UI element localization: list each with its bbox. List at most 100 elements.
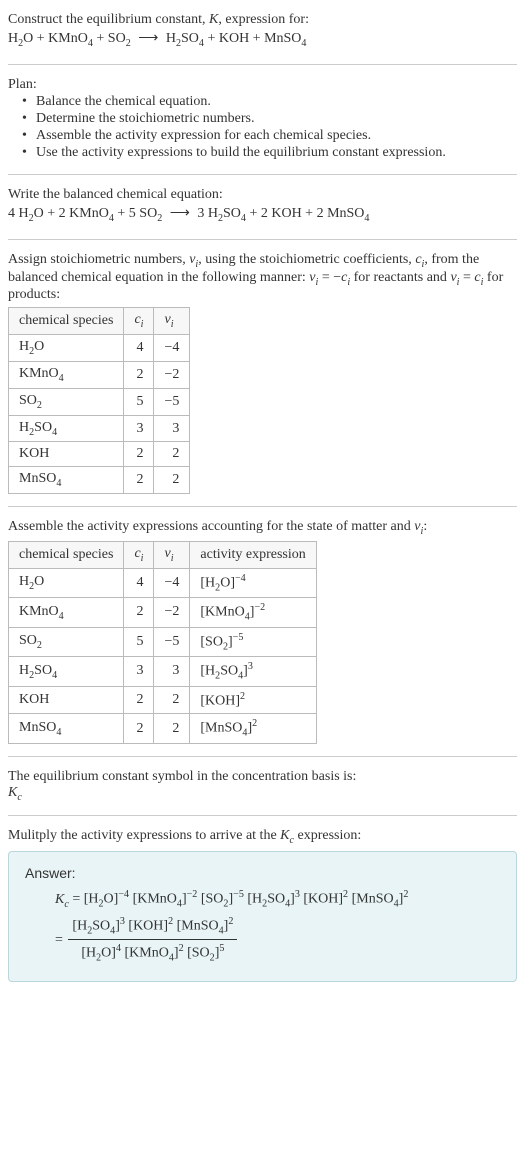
- table-row: KOH22: [9, 442, 190, 467]
- stoich-section: Assign stoichiometric numbers, νi, using…: [8, 246, 517, 500]
- list-item: • Determine the stoichiometric numbers.: [22, 111, 517, 127]
- cell-species: H2O: [9, 568, 124, 597]
- plan-bullet: Assemble the activity expression for eac…: [36, 128, 371, 144]
- table-row: KMnO42−2: [9, 362, 190, 389]
- fraction: [H2SO4]3 [KOH]2 [MnSO4]2 [H2O]4 [KMnO4]2…: [68, 913, 237, 967]
- activity-section: Assemble the activity expressions accoun…: [8, 513, 517, 750]
- cell-nu: 3: [154, 657, 190, 686]
- stoich-table: chemical species ci νi H2O4−4 KMnO42−2 S…: [8, 307, 190, 494]
- page: Construct the equilibrium constant, K, e…: [0, 0, 525, 998]
- cell-c: 2: [124, 362, 154, 389]
- header-equation: H2O + KMnO4 + SO2 ⟶ H2SO4 + KOH + MnSO4: [8, 28, 517, 52]
- cell-c: 5: [124, 627, 154, 656]
- cell-activity: [KOH]2: [190, 686, 316, 714]
- header-title: Construct the equilibrium constant, K, e…: [8, 12, 517, 28]
- kc-symbol-text: The equilibrium constant symbol in the c…: [8, 769, 517, 785]
- bullet-icon: •: [22, 111, 30, 127]
- cell-activity: [H2SO4]3: [190, 657, 316, 686]
- cell-c: 2: [124, 714, 154, 743]
- cell-species: MnSO4: [9, 467, 124, 494]
- kc-fraction-expression: = [H2SO4]3 [KOH]2 [MnSO4]2 [H2O]4 [KMnO4…: [55, 913, 504, 967]
- col-nui: νi: [154, 308, 190, 335]
- balanced-label: Write the balanced chemical equation:: [8, 187, 517, 203]
- list-item: • Use the activity expressions to build t…: [22, 145, 517, 161]
- table-row: SO25−5: [9, 388, 190, 415]
- divider: [8, 239, 517, 240]
- table-header-row: chemical species ci νi activity expressi…: [9, 542, 317, 569]
- cell-nu: 3: [154, 415, 190, 442]
- col-nui: νi: [154, 542, 190, 569]
- table-row: KMnO42−2[KMnO4]−2: [9, 598, 317, 627]
- multiply-section: Mulitply the activity expressions to arr…: [8, 822, 517, 988]
- cell-c: 4: [124, 335, 154, 362]
- cell-activity: [SO2]−5: [190, 627, 316, 656]
- cell-activity: [MnSO4]2: [190, 714, 316, 743]
- cell-species: MnSO4: [9, 714, 124, 743]
- cell-nu: 2: [154, 686, 190, 714]
- divider: [8, 174, 517, 175]
- table-row: SO25−5[SO2]−5: [9, 627, 317, 656]
- cell-nu: −2: [154, 362, 190, 389]
- cell-nu: −4: [154, 568, 190, 597]
- cell-nu: −2: [154, 598, 190, 627]
- divider: [8, 756, 517, 757]
- cell-nu: −5: [154, 388, 190, 415]
- table-row: MnSO422[MnSO4]2: [9, 714, 317, 743]
- table-row: H2SO433[H2SO4]3: [9, 657, 317, 686]
- cell-nu: 2: [154, 442, 190, 467]
- activity-table: chemical species ci νi activity expressi…: [8, 541, 317, 744]
- cell-nu: 2: [154, 714, 190, 743]
- multiply-intro: Mulitply the activity expressions to arr…: [8, 828, 517, 846]
- cell-nu: 2: [154, 467, 190, 494]
- cell-species: H2SO4: [9, 657, 124, 686]
- cell-c: 3: [124, 657, 154, 686]
- header-section: Construct the equilibrium constant, K, e…: [8, 6, 517, 58]
- plan-bullet: Use the activity expressions to build th…: [36, 145, 446, 161]
- col-species: chemical species: [9, 308, 124, 335]
- fraction-numerator: [H2SO4]3 [KOH]2 [MnSO4]2: [68, 913, 237, 941]
- divider: [8, 815, 517, 816]
- cell-species: H2SO4: [9, 415, 124, 442]
- cell-c: 2: [124, 686, 154, 714]
- cell-nu: −4: [154, 335, 190, 362]
- cell-c: 2: [124, 442, 154, 467]
- col-species: chemical species: [9, 542, 124, 569]
- answer-label: Answer:: [25, 862, 504, 886]
- cell-species: KMnO4: [9, 362, 124, 389]
- kc-symbol-section: The equilibrium constant symbol in the c…: [8, 763, 517, 809]
- kc-symbol: Kc: [8, 785, 517, 803]
- list-item: • Balance the chemical equation.: [22, 94, 517, 110]
- plan-label: Plan:: [8, 77, 517, 93]
- table-row: H2O4−4[H2O]−4: [9, 568, 317, 597]
- table-row: H2SO433: [9, 415, 190, 442]
- divider: [8, 506, 517, 507]
- cell-species: KOH: [9, 686, 124, 714]
- col-activity: activity expression: [190, 542, 316, 569]
- answer-box: Answer: Kc = [H2O]−4 [KMnO4]−2 [SO2]−5 […: [8, 851, 517, 982]
- arrow-icon: ⟶: [134, 28, 162, 50]
- plan-bullet: Determine the stoichiometric numbers.: [36, 111, 255, 127]
- plan-bullet: Balance the chemical equation.: [36, 94, 211, 110]
- cell-species: SO2: [9, 627, 124, 656]
- cell-species: KMnO4: [9, 598, 124, 627]
- cell-nu: −5: [154, 627, 190, 656]
- balanced-section: Write the balanced chemical equation: 4 …: [8, 181, 517, 233]
- cell-species: SO2: [9, 388, 124, 415]
- list-item: •Assemble the activity expression for ea…: [22, 128, 517, 144]
- stoich-intro: Assign stoichiometric numbers, νi, using…: [8, 252, 517, 304]
- cell-activity: [KMnO4]−2: [190, 598, 316, 627]
- plan-section: Plan: • Balance the chemical equation. • D…: [8, 71, 517, 168]
- plan-list: • Balance the chemical equation. • Determi…: [8, 94, 517, 161]
- col-ci: ci: [124, 542, 154, 569]
- activity-intro: Assemble the activity expressions accoun…: [8, 519, 517, 537]
- col-ci: ci: [124, 308, 154, 335]
- bullet-icon: •: [22, 145, 30, 161]
- cell-c: 2: [124, 598, 154, 627]
- balanced-equation: 4 H2O + 2 KMnO4 + 5 SO2 ⟶ 3 H2SO4 + 2 KO…: [8, 203, 517, 227]
- divider: [8, 64, 517, 65]
- table-row: MnSO422: [9, 467, 190, 494]
- table-row: KOH22[KOH]2: [9, 686, 317, 714]
- bullet-icon: •: [22, 94, 30, 110]
- table-row: H2O4−4: [9, 335, 190, 362]
- answer-body: Kc = [H2O]−4 [KMnO4]−2 [SO2]−5 [H2SO4]3 …: [25, 886, 504, 967]
